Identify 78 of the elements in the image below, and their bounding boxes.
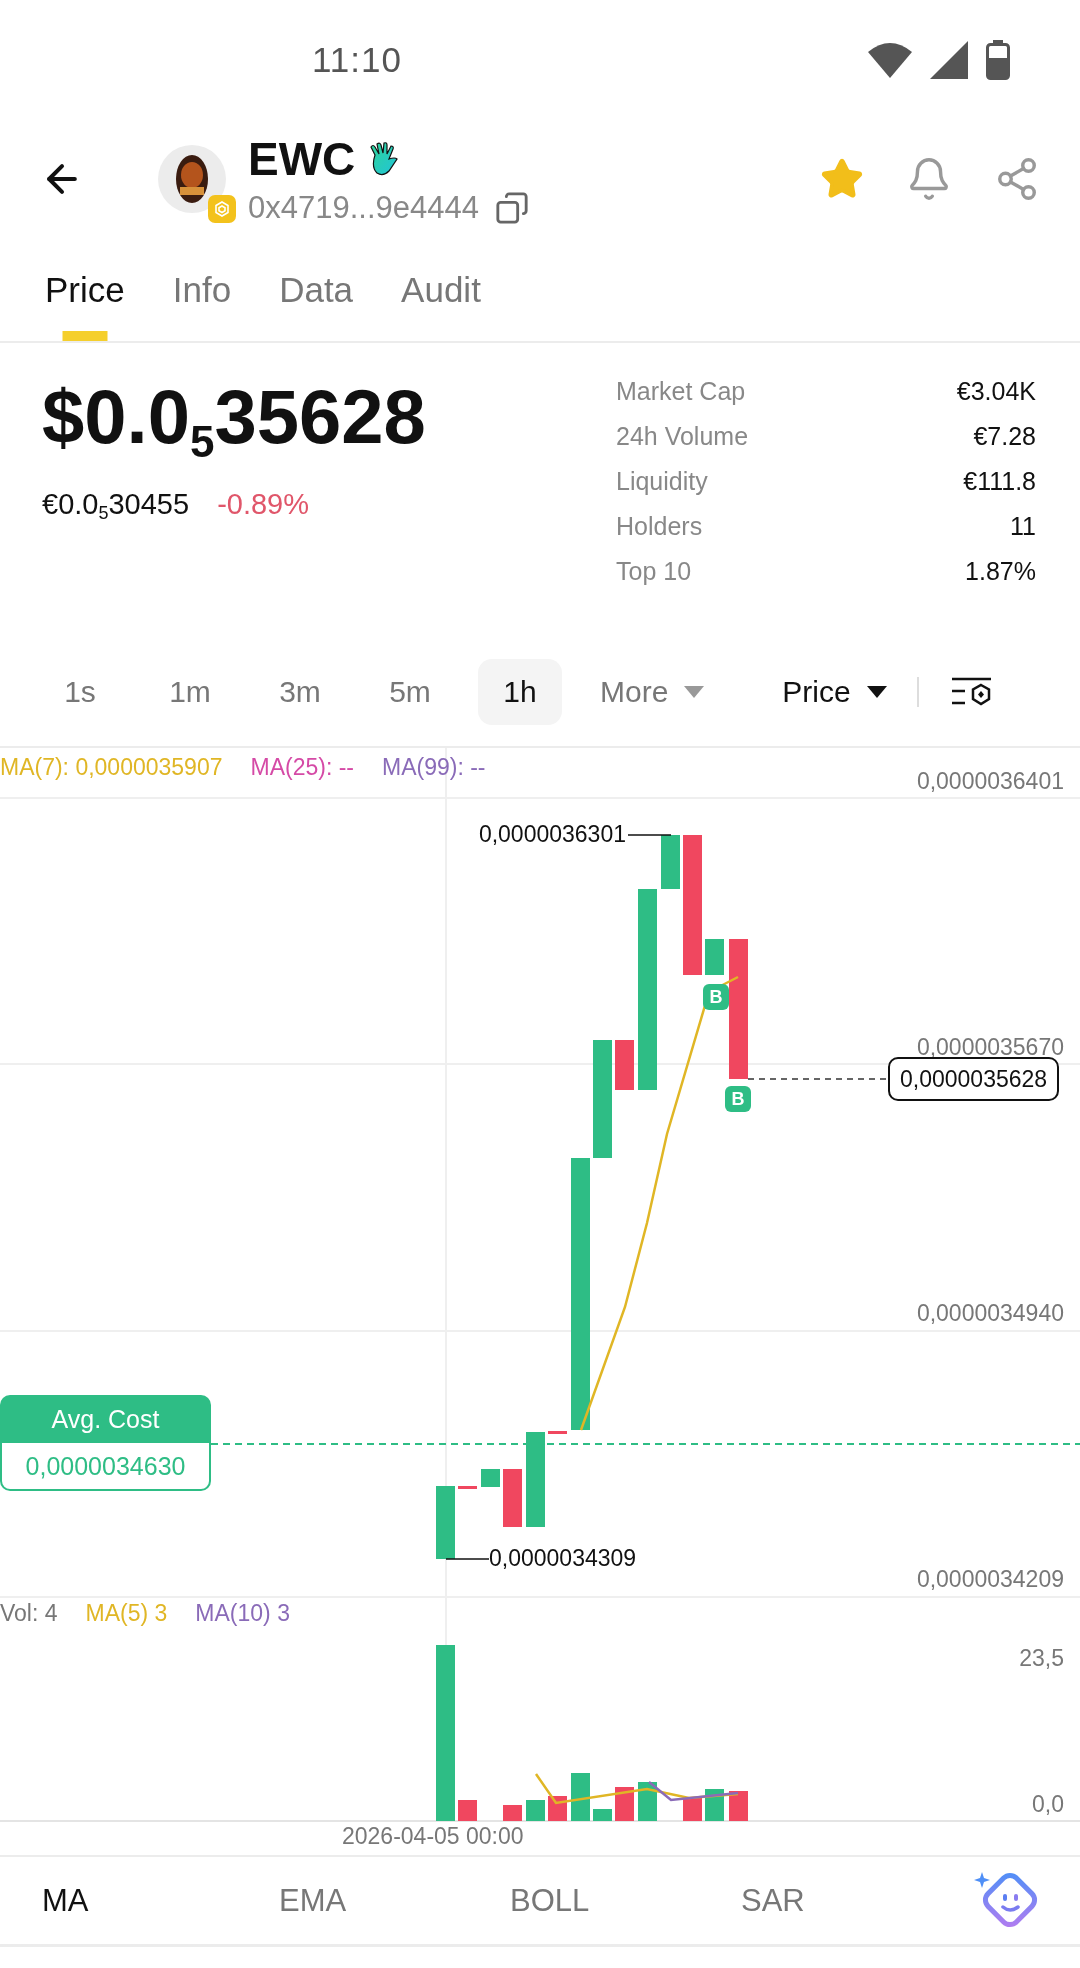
volume-bar [571,1773,590,1821]
usd-price: $0.0$_{5}$35628 [42,375,426,467]
tab[interactable]: Audit [401,238,481,341]
date-label: 2026-04-05 00:00 [342,1825,524,1848]
tab[interactable]: Info [172,238,232,341]
stat-label: Top 10 [616,556,693,587]
volume-bar [729,1791,748,1821]
candle [503,1469,522,1527]
avg-cost-value: 0,0000034630 [0,1443,211,1491]
price-change: -0.89% [217,488,309,522]
volume-bar [615,1787,634,1821]
axis-label: 0,0000034940 [916,1302,1064,1325]
candle [481,1469,500,1487]
high-price-label: 0,0000036301 [478,823,626,846]
stat-label: 24h Volume [616,421,750,452]
buy-marker: B [703,984,729,1010]
timeframe-tab[interactable]: 1m [148,659,232,725]
stat-value: 1.87% [964,556,1036,587]
candle [615,1040,634,1090]
volume-axis-label: 0,0 [1032,1793,1064,1816]
stat-value: 11 [1009,511,1036,542]
volume-legend: MA(5) 3 [85,1600,168,1627]
token-symbol: EWC [248,132,356,186]
price-dropdown[interactable]: Price [782,675,887,709]
volume-bar [705,1789,724,1821]
stat-value: €3.04K [956,376,1036,407]
axis-label: 0,0000036401 [916,770,1064,793]
signal-icon [930,41,968,79]
axis-label: 0,0000034209 [916,1568,1064,1591]
copy-button[interactable] [495,191,529,225]
stat-label: Holders [616,511,704,542]
stat-value: €7.28 [972,421,1036,452]
token-address: 0x4719...9e4444 [248,190,479,226]
ma-legend: MA(25): -- [250,754,354,781]
volume-bar [638,1782,657,1821]
status-time: 11:10 [312,40,402,80]
indicator-tab[interactable]: BOLL [510,1882,741,1919]
volume-bar [458,1800,477,1821]
caret-icon [684,686,705,698]
indicator-tab[interactable]: SAR [741,1882,972,1919]
volume-bar [593,1809,612,1821]
stat-label: Market Cap [616,376,747,407]
volume-bar [526,1800,545,1821]
volume-legend: MA(10) 3 [195,1600,290,1627]
cube-icon [213,200,231,218]
volume-bar [683,1798,702,1821]
indicator-settings-button[interactable] [950,676,993,708]
volume-axis-label: 23,5 [1019,1647,1064,1670]
current-price-tag: 0,0000035628 [888,1057,1060,1101]
timeframe-tab[interactable]: 3m [258,659,342,725]
low-price-label: 0,0000034309 [489,1547,637,1570]
timeframe-tab[interactable]: 1h [478,659,562,725]
candle [705,939,724,975]
indicator-tab[interactable]: EMA [279,1882,510,1919]
volume-bar [503,1805,522,1821]
stat-value: €111.8 [962,466,1036,497]
buy-marker: B [725,1086,751,1112]
ma-legend: MA(7): 0,0000035907 [0,754,223,781]
volume-legend: Vol: 4 [0,1600,58,1627]
timeframe-tab[interactable]: 5m [368,659,452,725]
wifi-icon [868,42,912,78]
tab[interactable]: Data [279,238,354,341]
leader-line [445,1558,490,1560]
candle [548,1431,567,1434]
candle [661,835,680,889]
leader-line [627,834,672,836]
stat-label: Liquidity [616,466,709,497]
avg-cost-title: Avg. Cost [0,1395,211,1443]
axis-label: 0,0000035670 [916,1036,1064,1059]
tab[interactable]: Price [45,238,125,341]
timeframe-tab[interactable]: 1s [38,659,122,725]
caret-icon [866,686,887,698]
more-dropdown[interactable]: More [600,675,705,709]
battery-icon [986,40,1010,80]
indicator-tab[interactable]: MA [42,1882,280,1919]
ma-legend: MA(99): -- [382,754,486,781]
candle [458,1486,477,1489]
eur-price: €0.0$_{5}$30455 [42,488,190,525]
